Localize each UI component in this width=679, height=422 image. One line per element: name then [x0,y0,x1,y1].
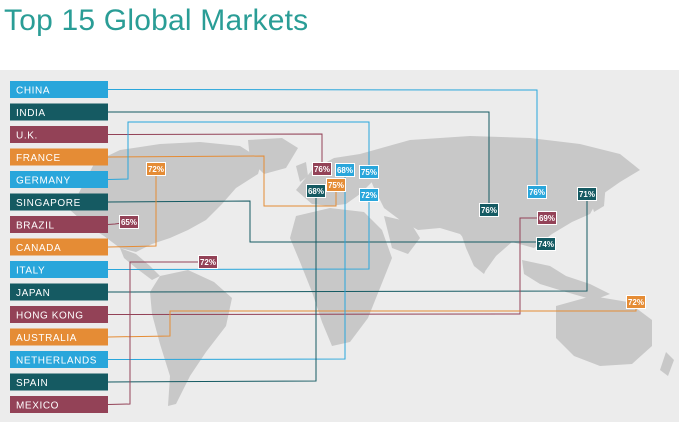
value-label: 69% [539,214,555,223]
country-label: MEXICO [16,401,59,412]
country-label: CANADA [16,243,61,254]
value-label: 75% [361,168,377,177]
new-zealand-shape [660,352,674,376]
value-label: 76% [314,165,330,174]
country-label: HONG KONG [16,311,84,322]
value-label: 68% [337,166,353,175]
south-america-shape [150,270,232,406]
country-label: SPAIN [16,378,48,389]
value-label: 72% [148,165,164,174]
africa-shape [290,208,392,346]
country-label: BRAZIL [16,221,55,232]
country-label: SINGAPORE [16,198,81,209]
value-label: 72% [200,258,216,267]
southeast-asia-shape [522,260,610,300]
country-label: INDIA [16,108,46,119]
country-label: ITALY [16,266,45,277]
value-label: 68% [308,187,324,196]
value-label: 75% [328,181,344,190]
country-label: NETHERLANDS [16,356,97,367]
chart-title: Top 15 Global Markets [4,4,309,37]
markets-map: CHINA INDIA U.K. FRANCE GERMANY SINGAPORE BRAZ… [10,81,674,413]
country-label: FRANCE [16,153,61,164]
value-label: 71% [579,190,595,199]
country-label: AUSTRALIA [16,333,77,344]
value-label: 76% [529,188,545,197]
value-label: 76% [481,206,497,215]
country-labels: CHINA INDIA U.K. FRANCE GERMANY SINGAPORE BRAZ… [10,81,108,413]
central-america-shape [120,248,160,280]
value-label: 74% [538,240,554,249]
value-label: 72% [361,191,377,200]
country-label: CHINA [16,86,50,97]
value-label: 65% [121,218,137,227]
country-label: JAPAN [16,288,51,299]
country-label: GERMANY [16,176,71,187]
value-label: 72% [628,298,644,307]
country-label: U.K. [16,131,38,142]
